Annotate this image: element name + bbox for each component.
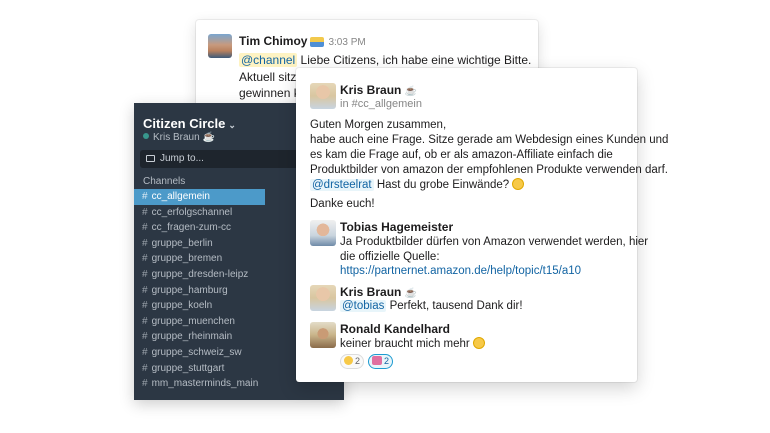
reaction-count: 2 [355, 356, 361, 366]
channel-label: gruppe_dresden-leipz [151, 268, 249, 280]
heart-emoji-icon [372, 356, 383, 365]
hash-icon: # [142, 378, 148, 390]
message-text: Guten Morgen zusammen, [310, 119, 447, 131]
thread-card: Kris Braun ☕ in #cc_allgemein Guten Morg… [296, 68, 668, 382]
message-body: keiner braucht mich mehr [340, 338, 470, 350]
channel-mention[interactable]: @channel [239, 53, 298, 67]
flag-emoji-icon [310, 36, 325, 47]
workspace-name[interactable]: Citizen Circle [143, 116, 225, 131]
hash-icon: # [142, 237, 148, 249]
reaction-grinning[interactable]: 2 [340, 354, 365, 369]
disappointed-emoji-icon [472, 337, 485, 349]
coffee-emoji-icon: ☕ [404, 86, 418, 97]
message-text: keiner braucht mich mehr [340, 337, 485, 350]
online-status-icon [143, 133, 149, 139]
avatar[interactable] [310, 322, 336, 348]
reaction-count: 2 [384, 356, 390, 366]
mention-text: Hast du grobe Einwände? [373, 179, 510, 191]
author-name[interactable]: Ronald Kandelhard [340, 322, 450, 336]
avatar[interactable] [208, 34, 232, 58]
message-text: @tobias Perfekt, tausend Dank dir! [340, 300, 523, 312]
channel-label: gruppe_rheinmain [151, 331, 233, 343]
reaction-bar: 22 [340, 351, 397, 369]
hash-icon: # [142, 268, 148, 280]
hash-icon: # [142, 362, 148, 374]
message-line: Aktuell sitze [239, 70, 304, 84]
message-timestamp[interactable]: 3:03 PM [328, 37, 365, 48]
message-text: Danke euch! [310, 198, 375, 210]
author-name[interactable]: Tim Chimoy [239, 34, 307, 48]
hash-icon: # [142, 300, 148, 312]
hash-icon: # [142, 191, 148, 202]
hash-icon: # [142, 253, 148, 265]
channel-label: cc_fragen-zum-cc [151, 222, 232, 234]
channel-label: gruppe_hamburg [151, 284, 228, 296]
jump-to-label: Jump to... [160, 153, 204, 164]
channels-header[interactable]: Channels [143, 176, 185, 187]
hash-icon: # [142, 346, 148, 358]
message-author[interactable]: Kris Braun ☕ [340, 83, 417, 97]
user-mention[interactable]: @tobias [340, 300, 387, 312]
message-text: Liebe Citizens, ich habe eine wichtige B… [297, 53, 532, 67]
hash-icon: # [142, 315, 148, 327]
author-name[interactable]: Kris Braun [340, 285, 401, 299]
channel-label: mm_masterminds_main [151, 378, 259, 390]
channel-label: gruppe_muenchen [151, 315, 235, 327]
workspace-switcher[interactable]: Citizen Circle ⌄ [143, 116, 236, 131]
message-author[interactable]: Kris Braun ☕ [340, 285, 417, 299]
message-text: Ja Produktbilder dürfen von Amazon verwe… [340, 236, 649, 248]
avatar[interactable] [310, 83, 336, 109]
reaction-heart[interactable]: 2 [368, 354, 394, 369]
message-text: habe auch eine Frage. Sitze gerade am We… [310, 134, 669, 146]
message-author[interactable]: Tim Chimoy 3:03 PM [239, 34, 366, 48]
sidebar-item-cc_allgemein[interactable]: # cc_allgemein [134, 189, 265, 205]
smiley-emoji-icon [512, 178, 525, 190]
mention-text: Perfekt, tausend Dank dir! [386, 300, 523, 312]
chevron-down-icon[interactable]: ⌄ [228, 120, 236, 130]
channel-label: gruppe_schweiz_sw [151, 346, 242, 358]
hash-icon: # [142, 331, 148, 343]
message-text: die offizielle Quelle: [340, 251, 440, 263]
message-text: @drsteelrat Hast du grobe Einwände? [310, 178, 525, 191]
user-mention[interactable]: @drsteelrat [310, 179, 374, 191]
channel-label: cc_erfolgschannel [151, 206, 233, 218]
jump-to-icon [146, 155, 155, 162]
hash-icon: # [142, 222, 148, 234]
current-user-name[interactable]: Kris Braun [153, 132, 200, 143]
message-text: Produktbilder von amazon der empfohlenen… [310, 164, 668, 176]
channel-label: gruppe_bremen [151, 253, 223, 265]
channel-link[interactable]: in #cc_allgemein [340, 98, 422, 110]
channel-label: cc_allgemein [151, 191, 210, 202]
avatar[interactable] [310, 220, 336, 246]
current-user[interactable]: Kris Braun ☕ [143, 132, 215, 143]
hash-icon: # [142, 206, 148, 218]
grinning-emoji-icon [344, 356, 353, 365]
coffee-emoji-icon: ☕ [404, 288, 418, 299]
author-name[interactable]: Kris Braun [340, 83, 401, 97]
source-link[interactable]: https://partnernet.amazon.de/help/topic/… [340, 265, 581, 277]
message-text: es kam die Frage auf, ob er als amazon-A… [310, 149, 613, 161]
author-name[interactable]: Tobias Hagemeister [340, 220, 453, 234]
channel-label: gruppe_koeln [151, 300, 213, 312]
hash-icon: # [142, 284, 148, 296]
channel-label: gruppe_stuttgart [151, 362, 225, 374]
coffee-emoji-icon: ☕ [202, 132, 215, 143]
avatar[interactable] [310, 285, 336, 311]
message-line: @channel Liebe Citizens, ich habe eine w… [239, 53, 531, 67]
channel-label: gruppe_berlin [151, 237, 213, 249]
